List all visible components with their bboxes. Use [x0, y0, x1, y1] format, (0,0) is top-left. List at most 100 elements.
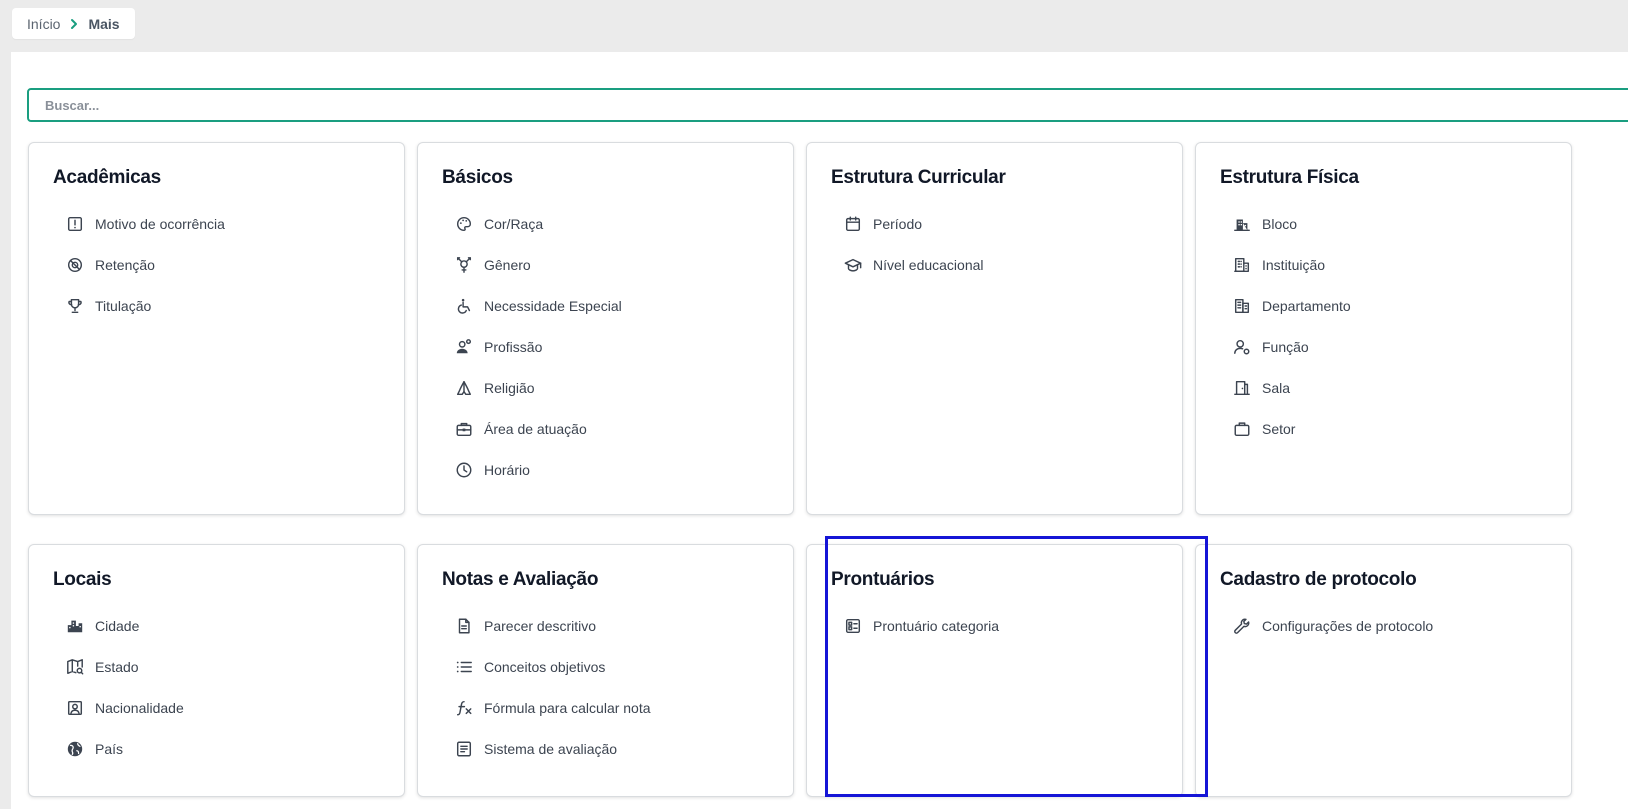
- card-item-list: Prontuário categoria: [843, 605, 999, 646]
- card-link-label: Bloco: [1262, 215, 1298, 232]
- card-link-label: Titulação: [95, 297, 152, 314]
- card-title: Estrutura Curricular: [831, 167, 1006, 188]
- card-link-item[interactable]: Estado: [65, 646, 184, 687]
- card-title: Cadastro de protocolo: [1220, 569, 1417, 590]
- card-link-item[interactable]: País: [65, 728, 184, 769]
- card-link-item[interactable]: Sala: [1232, 367, 1351, 408]
- document-icon: [454, 616, 474, 636]
- card-link-item[interactable]: Titulação: [65, 285, 225, 326]
- card-link-item[interactable]: Nacionalidade: [65, 687, 184, 728]
- card-link-item[interactable]: Necessidade Especial: [454, 285, 622, 326]
- article-icon: [454, 739, 474, 759]
- alert-box-icon: [65, 214, 85, 234]
- card-link-item[interactable]: Função: [1232, 326, 1351, 367]
- card-link-item[interactable]: Área de atuação: [454, 408, 622, 449]
- card-link-item[interactable]: Sistema de avaliação: [454, 728, 651, 769]
- card-3: Estrutura Curricular Período Nível educaci…: [806, 142, 1183, 515]
- card-link-label: Função: [1262, 338, 1309, 355]
- breadcrumb-current: Mais: [88, 15, 120, 32]
- card-link-label: Sala: [1262, 379, 1291, 396]
- worker-icon: [454, 337, 474, 357]
- briefcase-icon: [1232, 419, 1252, 439]
- buildings-icon: [1232, 214, 1252, 234]
- building-icon: [1232, 255, 1252, 275]
- card-link-item[interactable]: Profissão: [454, 326, 622, 367]
- breadcrumb-home-link[interactable]: Início: [27, 16, 60, 32]
- card-link-label: Departamento: [1262, 297, 1351, 314]
- card-title: Notas e Avaliação: [442, 569, 599, 590]
- card-link-label: Período: [873, 215, 923, 232]
- gender-icon: [454, 255, 474, 275]
- map-search-icon: [65, 657, 85, 677]
- card-7: Prontuários Prontuário categoria: [806, 544, 1183, 797]
- card-link-label: Sistema de avaliação: [484, 740, 618, 757]
- card-link-label: Retenção: [95, 256, 155, 273]
- card-link-label: Instituição: [1262, 256, 1326, 273]
- card-link-label: Conceitos objetivos: [484, 658, 606, 675]
- card-link-item[interactable]: Instituição: [1232, 244, 1351, 285]
- card-link-item[interactable]: Conceitos objetivos: [454, 646, 651, 687]
- card-link-item[interactable]: Parecer descritivo: [454, 605, 651, 646]
- card-link-item[interactable]: Nível educacional: [843, 244, 984, 285]
- card-item-list: Configurações de protocolo: [1232, 605, 1433, 646]
- card-title: Básicos: [442, 167, 513, 188]
- toolbox-icon: [454, 419, 474, 439]
- card-link-label: Cor/Raça: [484, 215, 544, 232]
- card-8: Cadastro de protocolo Configurações de pr…: [1195, 544, 1572, 797]
- clock-icon: [454, 460, 474, 480]
- card-1: Acadêmicas Motivo de ocorrência Retenção Ti…: [28, 142, 405, 515]
- card-link-label: Prontuário categoria: [873, 617, 1000, 634]
- user-gear-icon: [1232, 337, 1252, 357]
- card-item-list: Cor/Raça Gênero Necessidade Especial Profis…: [454, 203, 622, 490]
- office-icon: [1232, 296, 1252, 316]
- card-link-item[interactable]: Cidade: [65, 605, 184, 646]
- card-link-item[interactable]: Prontuário categoria: [843, 605, 999, 646]
- card-item-list: Período Nível educacional: [843, 203, 984, 285]
- card-link-label: Motivo de ocorrência: [95, 215, 225, 232]
- card-link-item[interactable]: Período: [843, 203, 984, 244]
- card-4: Estrutura Física Bloco Instituição Departam…: [1195, 142, 1572, 515]
- card-link-label: Religião: [484, 379, 535, 396]
- card-link-item[interactable]: Departamento: [1232, 285, 1351, 326]
- trophy-icon: [65, 296, 85, 316]
- card-title: Prontuários: [831, 569, 935, 590]
- checklist-card-icon: [843, 616, 863, 636]
- card-item-list: Motivo de ocorrência Retenção Titulação: [65, 203, 225, 326]
- breadcrumb: Início Mais: [12, 8, 135, 39]
- card-link-item[interactable]: Cor/Raça: [454, 203, 622, 244]
- palette-icon: [454, 214, 474, 234]
- card-title: Acadêmicas: [53, 167, 161, 188]
- card-5: Locais Cidade Estado Nacionalidade País: [28, 544, 405, 797]
- card-link-item[interactable]: Gênero: [454, 244, 622, 285]
- card-link-label: Fórmula para calcular nota: [484, 699, 651, 716]
- door-icon: [1232, 378, 1252, 398]
- card-6: Notas e Avaliação Parecer descritivo Conce…: [417, 544, 794, 797]
- praying-hands-icon: [454, 378, 474, 398]
- card-link-label: Configurações de protocolo: [1262, 617, 1434, 634]
- card-link-item[interactable]: Retenção: [65, 244, 225, 285]
- card-link-item[interactable]: Setor: [1232, 408, 1351, 449]
- card-link-label: Gênero: [484, 256, 531, 273]
- wrench-icon: [1232, 616, 1252, 636]
- city-icon: [65, 616, 85, 636]
- card-link-item[interactable]: Religião: [454, 367, 622, 408]
- card-link-label: Nacionalidade: [95, 699, 184, 716]
- card-item-list: Bloco Instituição Departamento Função Sala Se…: [1232, 203, 1351, 449]
- block-icon: [65, 255, 85, 275]
- card-link-item[interactable]: Bloco: [1232, 203, 1351, 244]
- chevron-right-icon: [68, 18, 80, 30]
- card-link-item[interactable]: Motivo de ocorrência: [65, 203, 225, 244]
- card-title: Estrutura Física: [1220, 167, 1359, 188]
- card-link-label: Estado: [95, 658, 139, 675]
- card-title: Locais: [53, 569, 112, 590]
- card-link-item[interactable]: Configurações de protocolo: [1232, 605, 1433, 646]
- card-link-label: Necessidade Especial: [484, 297, 622, 314]
- card-link-label: Nível educacional: [873, 256, 984, 273]
- card-item-list: Parecer descritivo Conceitos objetivos Fór…: [454, 605, 651, 769]
- card-link-item[interactable]: Horário: [454, 449, 622, 490]
- card-link-label: Horário: [484, 461, 530, 478]
- card-link-label: País: [95, 740, 124, 757]
- search-input[interactable]: [27, 88, 1628, 122]
- card-link-item[interactable]: Fórmula para calcular nota: [454, 687, 651, 728]
- card-item-list: Cidade Estado Nacionalidade País: [65, 605, 184, 769]
